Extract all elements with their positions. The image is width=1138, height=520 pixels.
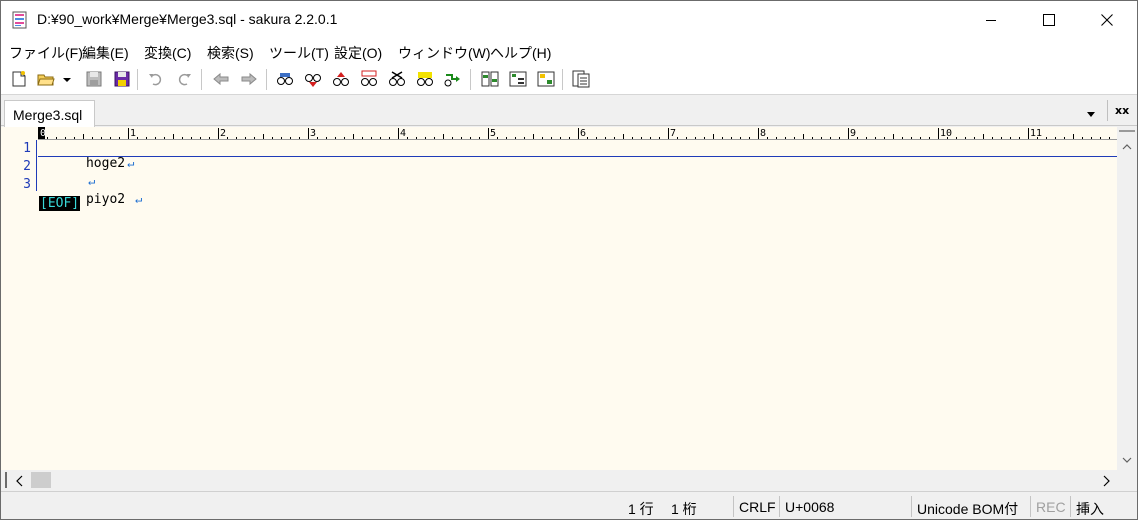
status-macro-rec: REC xyxy=(1036,499,1066,515)
menu-bar: ファイル(F) 編集(E) 変換(C) 検索(S) ツール(T) 設定(O) ウ… xyxy=(1,39,1137,64)
status-separator xyxy=(1070,496,1071,517)
scroll-down-icon[interactable] xyxy=(1122,452,1132,470)
status-row: 1 行 xyxy=(628,501,654,517)
jump-back-icon[interactable] xyxy=(212,70,230,88)
ruler-label: 8 xyxy=(760,128,766,139)
scroll-right-icon[interactable] xyxy=(1101,474,1111,492)
maximize-icon xyxy=(1043,14,1055,26)
save-all-icon[interactable] xyxy=(113,70,131,88)
eol-mark: ↵ xyxy=(127,156,135,170)
jump-forward-icon[interactable] xyxy=(240,70,258,88)
toolbar-separator xyxy=(137,69,138,90)
menu-convert[interactable]: 変換(C) xyxy=(144,43,191,63)
dropdown-arrow-icon[interactable] xyxy=(61,70,73,88)
scroll-up-icon[interactable] xyxy=(1122,139,1132,157)
column-ruler[interactable]: 0 1 2 3 4 5 6 7 8 9 10 11 xyxy=(38,127,1117,140)
toolbar-separator xyxy=(266,69,267,90)
menu-tools[interactable]: ツール(T) xyxy=(269,43,329,63)
menu-search[interactable]: 検索(S) xyxy=(207,43,254,63)
ruler-label: 5 xyxy=(490,128,496,139)
ruler-label: 11 xyxy=(1030,128,1042,139)
open-folder-icon[interactable] xyxy=(37,70,55,88)
status-separator xyxy=(911,496,912,517)
undo-icon[interactable] xyxy=(147,70,165,88)
menu-edit[interactable]: 編集(E) xyxy=(82,43,129,63)
eof-marker: [EOF] xyxy=(39,196,81,211)
minimize-icon xyxy=(986,20,996,21)
tab-divider xyxy=(1107,100,1108,121)
ruler-label: 2 xyxy=(220,128,226,139)
status-separator xyxy=(779,496,780,517)
minimize-button[interactable] xyxy=(962,1,1020,39)
close-all-tabs-button[interactable]: xx xyxy=(1115,104,1129,117)
new-file-icon[interactable] xyxy=(10,70,28,88)
tag-jump-icon[interactable] xyxy=(444,70,462,88)
ruler-label: 1 xyxy=(130,128,136,139)
toolbar-separator xyxy=(562,69,563,90)
grep-icon[interactable] xyxy=(416,70,434,88)
tab-list-dropdown-icon[interactable] xyxy=(1086,106,1096,124)
code-text: piyo2 xyxy=(85,192,133,207)
tab-label: Merge3.sql xyxy=(13,107,83,123)
toolbar xyxy=(1,64,1137,95)
clear-mark-icon[interactable] xyxy=(388,70,406,88)
ruler-gutter xyxy=(1,127,38,140)
split-handle[interactable] xyxy=(5,472,7,488)
scroll-left-icon[interactable] xyxy=(15,474,25,492)
save-icon[interactable] xyxy=(85,70,103,88)
horizontal-scrollbar[interactable] xyxy=(1,470,1117,490)
close-icon xyxy=(1101,14,1113,26)
line-number: 1 xyxy=(23,141,31,156)
status-eol-type[interactable]: CRLF xyxy=(739,499,776,515)
tab-merge3-sql[interactable]: Merge3.sql xyxy=(4,100,95,127)
menu-file[interactable]: ファイル(F) xyxy=(9,43,83,63)
status-separator xyxy=(1030,496,1031,517)
menu-help[interactable]: ヘルプ(H) xyxy=(490,43,551,63)
ruler-label: 10 xyxy=(940,128,952,139)
status-column: 1 桁 xyxy=(671,501,697,517)
app-window: D:¥90_work¥Merge¥Merge3.sql - sakura 2.2… xyxy=(0,0,1138,520)
line-number: 2 xyxy=(23,159,31,174)
ruler-label: 6 xyxy=(580,128,586,139)
toolbar-separator xyxy=(201,69,202,90)
ruler-ticks: 0 1 2 3 4 5 6 7 8 9 10 11 xyxy=(38,127,1110,139)
window-title: D:¥90_work¥Merge¥Merge3.sql - sakura 2.2… xyxy=(37,11,338,27)
menu-settings[interactable]: 設定(O) xyxy=(334,43,382,63)
editor-area[interactable]: 1 2 3 hoge2 ↵ ↵ piyo2 ↵ [EOF] xyxy=(1,140,1117,470)
settings-list-icon[interactable] xyxy=(572,70,590,88)
search-prev-icon[interactable] xyxy=(332,70,350,88)
vertical-scrollbar[interactable] xyxy=(1117,127,1137,470)
close-button[interactable] xyxy=(1078,1,1136,39)
function-list-icon[interactable] xyxy=(537,70,555,88)
ruler-label: 4 xyxy=(400,128,406,139)
line-number: 3 xyxy=(23,177,31,192)
ruler-label: 0 xyxy=(40,128,46,139)
status-bar: 1 行 1 桁 CRLF U+0068 Unicode BOM付 REC 挿入 xyxy=(1,491,1137,519)
status-insert-mode[interactable]: 挿入 xyxy=(1076,499,1104,519)
scroll-thumb[interactable] xyxy=(31,472,51,488)
redo-icon[interactable] xyxy=(175,70,193,88)
status-separator xyxy=(733,496,734,517)
status-codepoint: U+0068 xyxy=(785,499,835,515)
maximize-button[interactable] xyxy=(1020,1,1078,39)
ruler-label: 7 xyxy=(670,128,676,139)
search-icon[interactable] xyxy=(276,70,294,88)
menu-window[interactable]: ウィンドウ(W) xyxy=(398,43,491,63)
toolbar-separator xyxy=(470,69,471,90)
eol-mark: ↵ xyxy=(134,192,143,206)
search-next-icon[interactable] xyxy=(304,70,322,88)
status-encoding[interactable]: Unicode BOM付 xyxy=(917,499,1018,519)
ruler-label: 3 xyxy=(310,128,316,139)
compare-icon[interactable] xyxy=(481,70,499,88)
ruler-label: 9 xyxy=(850,128,856,139)
tab-strip: Merge3.sql xx xyxy=(1,96,1137,127)
sakura-app-icon xyxy=(12,11,28,29)
cursor-line-underline xyxy=(38,156,1117,157)
split-handle[interactable] xyxy=(1119,130,1135,132)
outline-icon[interactable] xyxy=(509,70,527,88)
title-bar: D:¥90_work¥Merge¥Merge3.sql - sakura 2.2… xyxy=(1,1,1137,39)
replace-icon[interactable] xyxy=(360,70,378,88)
gutter-divider xyxy=(36,140,37,191)
